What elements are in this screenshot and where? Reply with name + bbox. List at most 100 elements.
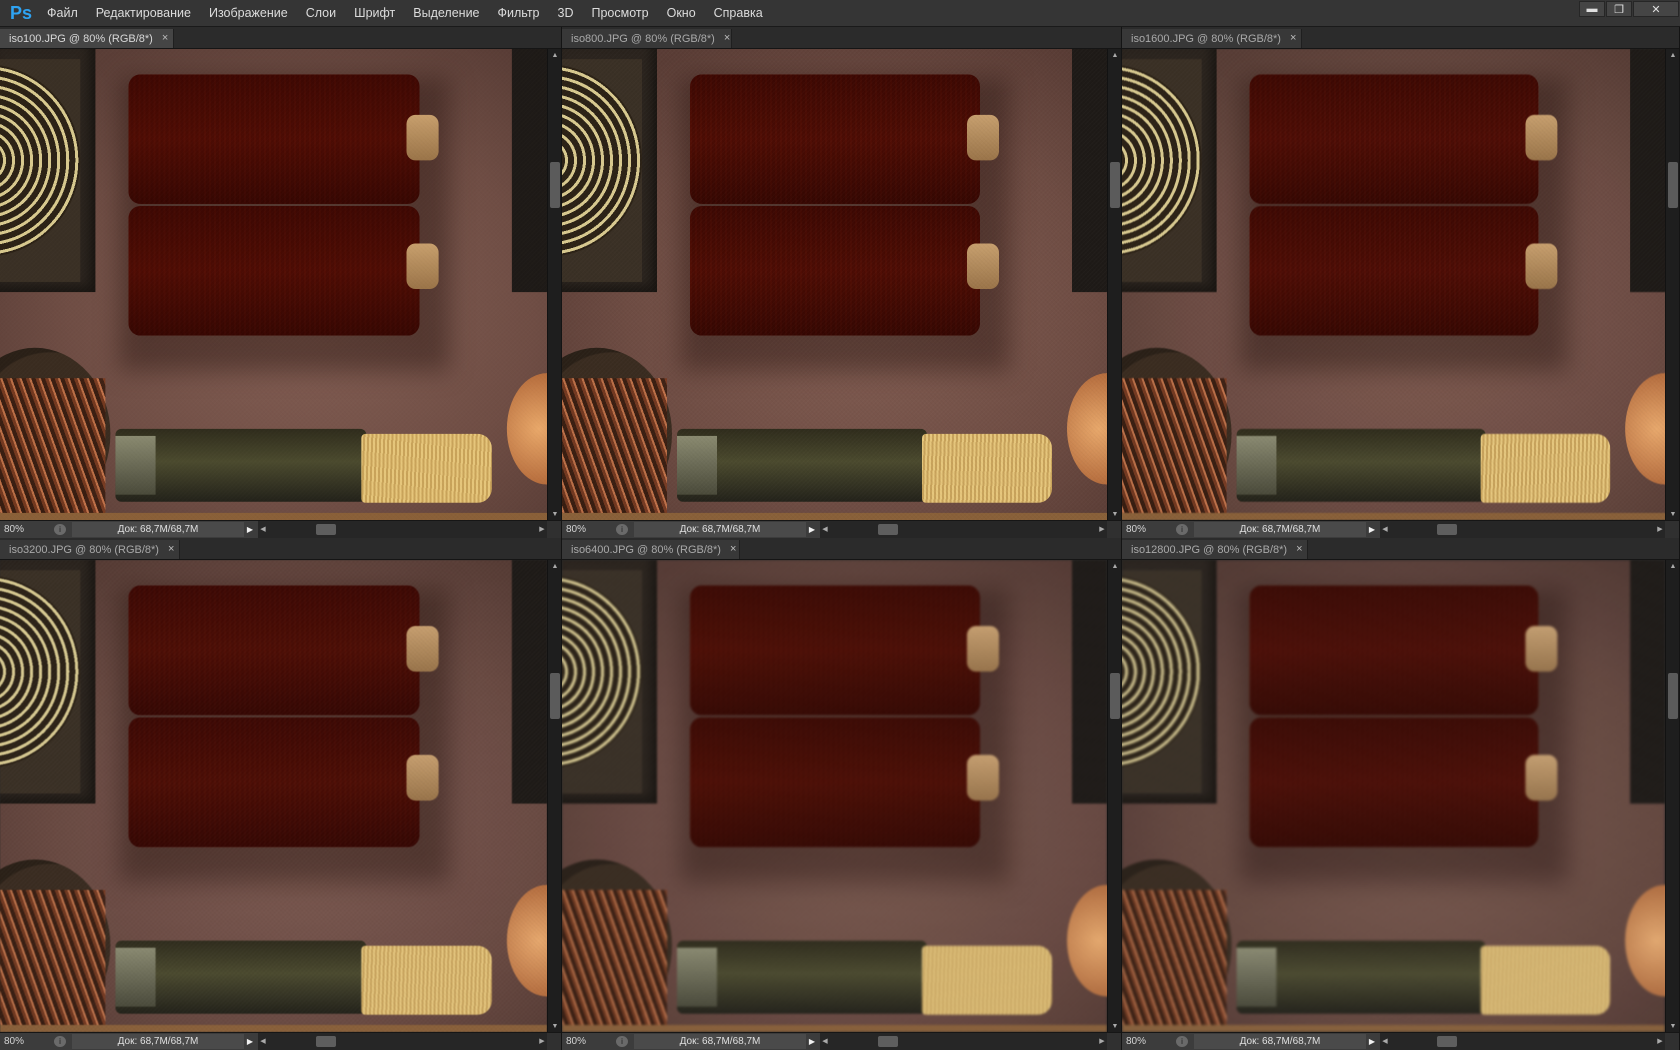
scroll-down-icon[interactable]: ▼ [1108, 1020, 1121, 1032]
scroll-left-icon[interactable]: ◀ [258, 1033, 268, 1050]
info-icon[interactable]: i [1176, 524, 1188, 535]
scroll-right-icon[interactable]: ▶ [537, 1033, 547, 1050]
menu-select[interactable]: Выделение [404, 0, 488, 26]
document-tab[interactable]: iso6400.JPG @ 80% (RGB/8*) × [562, 540, 740, 559]
close-tab-icon[interactable]: × [1290, 33, 1296, 44]
info-icon[interactable]: i [616, 1036, 628, 1047]
horizontal-scrollbar[interactable]: ◀ ▶ [258, 1033, 547, 1050]
horizontal-scrollbar[interactable]: ◀ ▶ [820, 521, 1107, 538]
vertical-scroll-thumb[interactable] [1668, 673, 1678, 719]
document-size[interactable]: Док: 68,7M/68,7M [72, 1034, 244, 1049]
document-size[interactable]: Док: 68,7M/68,7M [72, 522, 244, 537]
horizontal-scrollbar[interactable]: ◀ ▶ [820, 1033, 1107, 1050]
scroll-up-icon[interactable]: ▲ [1666, 49, 1679, 61]
vertical-scroll-thumb[interactable] [1668, 162, 1678, 208]
scroll-down-icon[interactable]: ▼ [548, 508, 561, 520]
vertical-scroll-thumb[interactable] [1110, 162, 1120, 208]
info-icon[interactable]: i [54, 524, 66, 535]
vertical-scrollbar[interactable]: ▲ ▼ [1665, 560, 1679, 1032]
horizontal-scroll-thumb[interactable] [316, 524, 336, 535]
status-menu-arrow-icon[interactable]: ▶ [806, 1035, 818, 1048]
menu-help[interactable]: Справка [705, 0, 772, 26]
scroll-up-icon[interactable]: ▲ [1666, 560, 1679, 572]
scroll-left-icon[interactable]: ◀ [820, 521, 830, 538]
document-canvas[interactable] [0, 560, 547, 1032]
scroll-right-icon[interactable]: ▶ [1097, 521, 1107, 538]
info-icon[interactable]: i [54, 1036, 66, 1047]
close-tab-icon[interactable]: × [1296, 544, 1302, 555]
vertical-scrollbar[interactable]: ▲ ▼ [547, 49, 561, 520]
zoom-level[interactable]: 80% [566, 521, 606, 538]
scroll-up-icon[interactable]: ▲ [548, 49, 561, 61]
horizontal-scroll-thumb[interactable] [1437, 1036, 1457, 1047]
close-tab-icon[interactable]: × [730, 544, 736, 555]
status-menu-arrow-icon[interactable]: ▶ [1366, 523, 1378, 536]
menu-edit[interactable]: Редактирование [87, 0, 200, 26]
document-size[interactable]: Док: 68,7M/68,7M [634, 522, 806, 537]
zoom-level[interactable]: 80% [4, 521, 44, 538]
scroll-up-icon[interactable]: ▲ [548, 560, 561, 572]
info-icon[interactable]: i [1176, 1036, 1188, 1047]
document-tab[interactable]: iso800.JPG @ 80% (RGB/8*) × [562, 29, 732, 48]
horizontal-scroll-thumb[interactable] [316, 1036, 336, 1047]
menu-3d[interactable]: 3D [549, 0, 583, 26]
document-size[interactable]: Док: 68,7M/68,7M [1194, 1034, 1366, 1049]
document-size[interactable]: Док: 68,7M/68,7M [634, 1034, 806, 1049]
status-menu-arrow-icon[interactable]: ▶ [244, 523, 256, 536]
resize-grip-icon[interactable] [547, 1033, 561, 1050]
status-menu-arrow-icon[interactable]: ▶ [244, 1035, 256, 1048]
scroll-right-icon[interactable]: ▶ [1097, 1033, 1107, 1050]
document-canvas[interactable] [0, 49, 547, 520]
scroll-down-icon[interactable]: ▼ [548, 1020, 561, 1032]
document-canvas[interactable] [562, 560, 1107, 1032]
menu-window[interactable]: Окно [658, 0, 705, 26]
menu-type[interactable]: Шрифт [345, 0, 404, 26]
vertical-scroll-thumb[interactable] [550, 673, 560, 719]
menu-view[interactable]: Просмотр [583, 0, 658, 26]
scroll-left-icon[interactable]: ◀ [820, 1033, 830, 1050]
restore-button[interactable]: ❐ [1606, 1, 1632, 17]
resize-grip-icon[interactable] [1107, 521, 1121, 538]
resize-grip-icon[interactable] [547, 521, 561, 538]
horizontal-scrollbar[interactable]: ◀ ▶ [258, 521, 547, 538]
resize-grip-icon[interactable] [1665, 521, 1679, 538]
document-canvas[interactable] [1122, 560, 1665, 1032]
vertical-scrollbar[interactable]: ▲ ▼ [1665, 49, 1679, 520]
zoom-level[interactable]: 80% [1126, 521, 1166, 538]
menu-file[interactable]: Файл [38, 0, 87, 26]
document-canvas[interactable] [562, 49, 1107, 520]
menu-image[interactable]: Изображение [200, 0, 297, 26]
menu-layers[interactable]: Слои [297, 0, 345, 26]
scroll-down-icon[interactable]: ▼ [1108, 508, 1121, 520]
document-tab[interactable]: iso100.JPG @ 80% (RGB/8*) × [0, 29, 174, 48]
horizontal-scroll-thumb[interactable] [1437, 524, 1457, 535]
horizontal-scroll-thumb[interactable] [878, 524, 898, 535]
scroll-up-icon[interactable]: ▲ [1108, 49, 1121, 61]
vertical-scroll-thumb[interactable] [1110, 673, 1120, 719]
scroll-right-icon[interactable]: ▶ [537, 521, 547, 538]
horizontal-scrollbar[interactable]: ◀ ▶ [1380, 521, 1665, 538]
scroll-right-icon[interactable]: ▶ [1655, 521, 1665, 538]
scroll-up-icon[interactable]: ▲ [1108, 560, 1121, 572]
close-tab-icon[interactable]: × [162, 33, 168, 44]
vertical-scrollbar[interactable]: ▲ ▼ [1107, 560, 1121, 1032]
scroll-left-icon[interactable]: ◀ [1380, 1033, 1390, 1050]
status-menu-arrow-icon[interactable]: ▶ [806, 523, 818, 536]
document-tab[interactable]: iso3200.JPG @ 80% (RGB/8*) × [0, 540, 180, 559]
minimize-button[interactable]: ▬ [1579, 1, 1605, 17]
close-tab-icon[interactable]: × [724, 33, 730, 44]
scroll-left-icon[interactable]: ◀ [258, 521, 268, 538]
scroll-left-icon[interactable]: ◀ [1380, 521, 1390, 538]
zoom-level[interactable]: 80% [4, 1033, 44, 1050]
document-canvas[interactable] [1122, 49, 1665, 520]
resize-grip-icon[interactable] [1107, 1033, 1121, 1050]
resize-grip-icon[interactable] [1665, 1033, 1679, 1050]
document-tab[interactable]: iso1600.JPG @ 80% (RGB/8*) × [1122, 29, 1302, 48]
document-tab[interactable]: iso12800.JPG @ 80% (RGB/8*) × [1122, 540, 1308, 559]
horizontal-scroll-thumb[interactable] [878, 1036, 898, 1047]
document-size[interactable]: Док: 68,7M/68,7M [1194, 522, 1366, 537]
menu-filter[interactable]: Фильтр [489, 0, 549, 26]
close-window-button[interactable]: ✕ [1633, 1, 1679, 17]
scroll-down-icon[interactable]: ▼ [1666, 1020, 1679, 1032]
vertical-scrollbar[interactable]: ▲ ▼ [1107, 49, 1121, 520]
